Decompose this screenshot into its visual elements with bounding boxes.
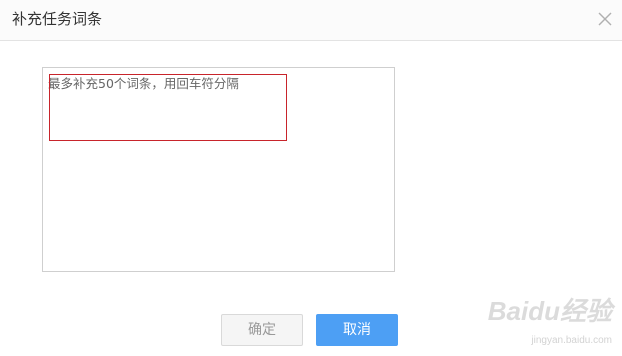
watermark-brand: Baidu经验 <box>487 296 612 326</box>
baidu-jingyan-watermark: Baidu经验 <box>488 291 612 328</box>
dialog-header: 补充任务词条 <box>0 0 622 41</box>
textarea-placeholder: 最多补充50个词条，用回车符分隔 <box>48 76 239 91</box>
close-icon[interactable] <box>596 10 614 28</box>
watermark-url: jingyan.baidu.com <box>531 335 612 346</box>
dialog-title: 补充任务词条 <box>12 10 103 28</box>
terms-textarea[interactable]: 最多补充50个词条，用回车符分隔 <box>42 67 395 272</box>
supplement-terms-dialog: 补充任务词条 最多补充50个词条，用回车符分隔 确定 取消 Baidu经验 ji… <box>0 0 622 356</box>
confirm-button[interactable]: 确定 <box>221 314 303 346</box>
cancel-button[interactable]: 取消 <box>316 314 398 346</box>
